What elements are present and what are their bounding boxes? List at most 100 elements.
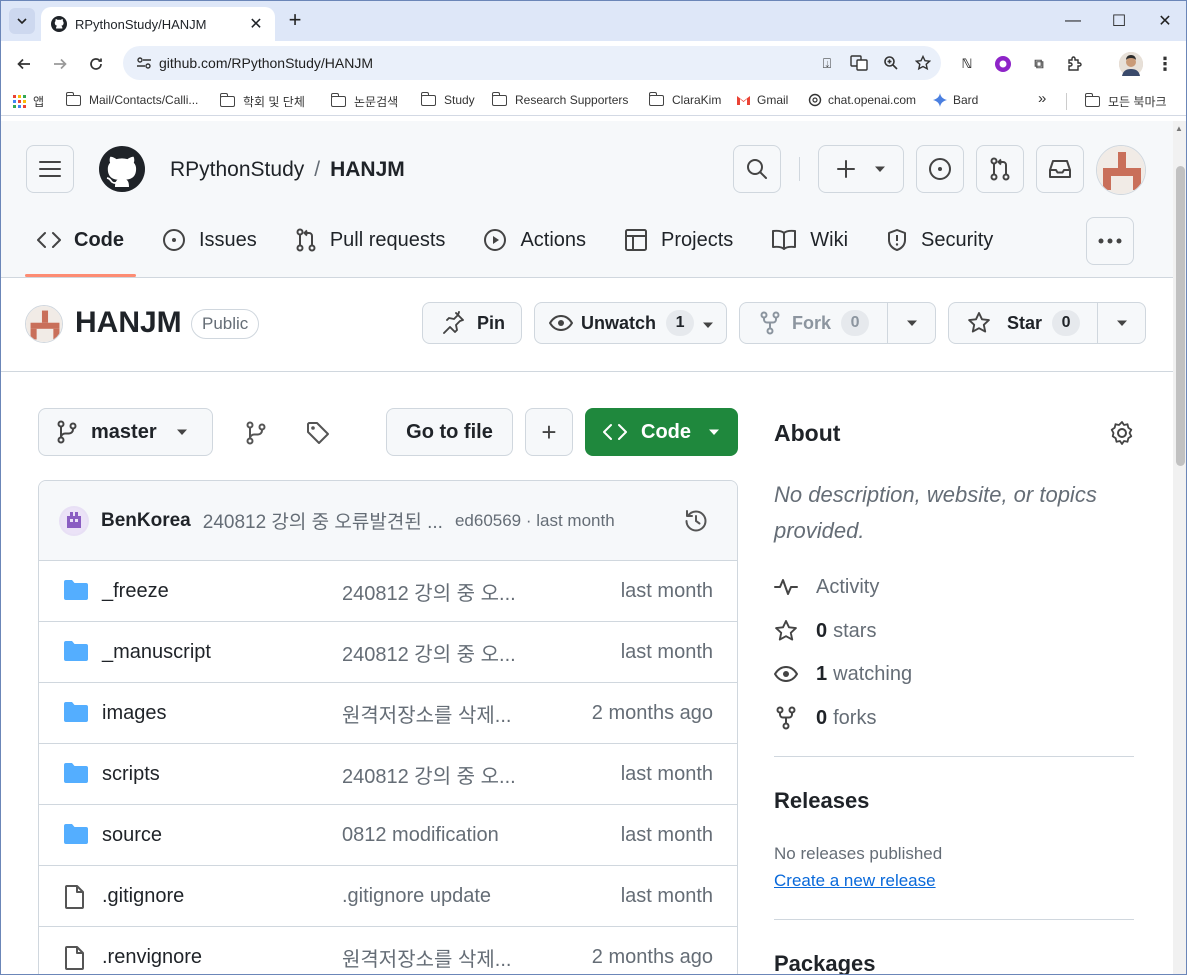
tags-link[interactable] [303, 418, 333, 448]
browser-menu-icon[interactable]: ⋮ [1154, 53, 1176, 75]
file-commit-message[interactable]: 원격저장소를 삭제... [342, 943, 511, 972]
file-row[interactable]: .gitignore .gitignore update last month [39, 866, 737, 927]
gear-icon[interactable] [1109, 420, 1135, 446]
packages-heading[interactable]: Packages [774, 951, 876, 974]
extension-purple-icon[interactable] [992, 53, 1014, 75]
extension-n-icon[interactable]: ℕ [956, 53, 978, 75]
back-button[interactable] [11, 51, 37, 77]
breadcrumb-owner[interactable]: RPythonStudy [170, 158, 304, 181]
pin-button[interactable]: Pin [422, 302, 522, 344]
bookmark-apps[interactable]: 앱 [13, 93, 44, 110]
inbox-button[interactable] [1036, 145, 1084, 193]
bookmark-folder-mail[interactable]: Mail/Contacts/Calli... [65, 91, 198, 107]
add-file-button[interactable]: + [525, 408, 573, 456]
file-name[interactable]: .renvignore [102, 946, 202, 969]
file-commit-message[interactable]: 240812 강의 중 오... [342, 638, 516, 667]
scrollbar-thumb[interactable] [1176, 166, 1185, 466]
file-commit-message[interactable]: 0812 modification [342, 824, 499, 847]
pull-requests-button[interactable] [976, 145, 1024, 193]
file-commit-message[interactable]: 240812 강의 중 오... [342, 577, 516, 606]
file-name[interactable]: .gitignore [102, 885, 184, 908]
repo-nav-more-button[interactable] [1086, 217, 1134, 265]
fork-dropdown[interactable] [888, 319, 935, 327]
bookmark-folder-research[interactable]: Research Supporters [491, 91, 628, 107]
watch-dropdown[interactable] [702, 313, 726, 334]
file-commit-message[interactable]: .gitignore update [342, 885, 491, 908]
bookmark-folder-papers[interactable]: 논문검색 [330, 93, 398, 110]
bookmark-gmail[interactable]: Gmail [736, 93, 788, 107]
branch-selector[interactable]: master [38, 408, 213, 456]
create-release-link[interactable]: Create a new release [774, 871, 936, 891]
tab-close-icon[interactable]: ✕ [247, 14, 265, 34]
bookmark-bard[interactable]: Bard [933, 93, 978, 107]
file-row[interactable]: _manuscript 240812 강의 중 오... last month [39, 622, 737, 683]
file-name[interactable]: scripts [102, 763, 160, 786]
bookmarks-overflow-button[interactable]: » [1038, 90, 1046, 107]
commit-message[interactable]: 240812 강의 중 오류발견된 ... [203, 507, 443, 534]
releases-heading[interactable]: Releases [774, 788, 869, 814]
profile-avatar[interactable] [1119, 52, 1143, 76]
activity-link[interactable]: Activity [774, 572, 879, 602]
stars-link[interactable]: 0 stars [774, 616, 876, 646]
tab-code[interactable]: Code [25, 214, 136, 277]
site-info-icon[interactable] [133, 52, 155, 74]
extensions-puzzle-icon[interactable] [1064, 53, 1086, 75]
minimize-button[interactable]: — [1050, 1, 1096, 41]
file-commit-message[interactable]: 240812 강의 중 오... [342, 760, 516, 789]
tab-pull-requests[interactable]: Pull requests [283, 214, 458, 266]
go-to-file-button[interactable]: Go to file [386, 408, 513, 456]
file-row[interactable]: scripts 240812 강의 중 오... last month [39, 744, 737, 805]
address-bar[interactable]: github.com/RPythonStudy/HANJM ⍗ [123, 46, 941, 80]
bookmark-star-icon[interactable] [911, 52, 935, 74]
repo-name[interactable]: HANJM [75, 306, 182, 340]
file-name[interactable]: source [102, 824, 162, 847]
extension-book-icon[interactable]: ⧉ [1028, 53, 1050, 75]
close-window-button[interactable]: ✕ [1142, 1, 1186, 41]
all-bookmarks-folder[interactable]: 모든 북마크 [1066, 93, 1167, 110]
new-tab-button[interactable]: + [283, 9, 307, 33]
repo-owner-avatar[interactable] [25, 305, 63, 343]
commit-meta[interactable]: ed60569 · last month [455, 511, 615, 531]
file-row[interactable]: images 원격저장소를 삭제... 2 months ago [39, 683, 737, 744]
user-avatar[interactable] [1096, 145, 1146, 195]
tab-wiki[interactable]: Wiki [759, 214, 860, 266]
file-row[interactable]: _freeze 240812 강의 중 오... last month [39, 561, 737, 622]
tab-issues[interactable]: Issues [150, 214, 269, 266]
branches-link[interactable] [241, 418, 271, 448]
tab-actions[interactable]: Actions [471, 214, 598, 266]
tab-security[interactable]: Security [874, 214, 1005, 266]
forward-button[interactable] [47, 51, 73, 77]
star-dropdown[interactable] [1098, 319, 1145, 327]
bookmark-folder-societies[interactable]: 학회 및 단체 [219, 93, 305, 110]
zoom-icon[interactable] [879, 52, 903, 74]
forks-link[interactable]: 0 forks [774, 703, 876, 733]
browser-tab-active[interactable]: RPythonStudy/HANJM ✕ [41, 7, 275, 41]
file-commit-message[interactable]: 원격저장소를 삭제... [342, 699, 511, 728]
breadcrumb-repo[interactable]: HANJM [330, 158, 405, 181]
fork-button[interactable]: Fork 0 [740, 303, 887, 343]
file-row[interactable]: .renvignore 원격저장소를 삭제... 2 months ago [39, 927, 737, 974]
reload-button[interactable] [83, 51, 109, 77]
watch-button[interactable]: Unwatch 1 [534, 302, 727, 344]
bookmark-folder-study[interactable]: Study [420, 91, 475, 107]
file-name[interactable]: _manuscript [102, 641, 211, 664]
file-row[interactable]: source 0812 modification last month [39, 805, 737, 866]
history-icon[interactable] [683, 508, 709, 534]
star-button[interactable]: Star 0 [949, 303, 1097, 343]
github-logo-icon[interactable] [98, 145, 146, 193]
bookmark-folder-clarakim[interactable]: ClaraKim [648, 91, 721, 107]
search-button[interactable] [733, 145, 781, 193]
commit-author[interactable]: BenKorea [101, 510, 191, 532]
create-new-button[interactable] [818, 145, 904, 193]
bookmark-chatgpt[interactable]: chat.openai.com [808, 93, 916, 107]
maximize-button[interactable]: ☐ [1096, 1, 1142, 41]
install-app-icon[interactable]: ⍗ [815, 52, 839, 74]
commit-author-avatar[interactable] [59, 505, 89, 536]
file-name[interactable]: _freeze [102, 580, 169, 603]
code-clone-button[interactable]: Code [585, 408, 738, 456]
tab-projects[interactable]: Projects [612, 214, 745, 266]
file-name[interactable]: images [102, 702, 166, 725]
tab-search-button[interactable] [9, 8, 35, 34]
watching-link[interactable]: 1 watching [774, 659, 912, 689]
issues-button[interactable] [916, 145, 964, 193]
